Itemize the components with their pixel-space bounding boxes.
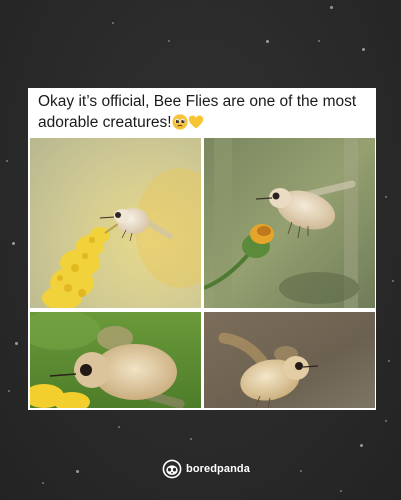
- panda-logo-icon: [162, 459, 182, 479]
- bee-fly-closeup-image: [30, 312, 201, 408]
- post-caption: Okay it’s official, Bee Flies are one of…: [38, 92, 363, 134]
- bee-fly-flower-bud-image: [204, 138, 375, 308]
- caption-line-2: adorable creatures!: [38, 113, 172, 131]
- bee-fly-hovering-image: [204, 312, 375, 408]
- boredpanda-branding: boredpanda: [162, 458, 250, 480]
- photo-bee-fly-hovering: [204, 312, 375, 408]
- bee-fly-goldenrod-image: [30, 138, 201, 308]
- post-card: Okay it’s official, Bee Flies are one of…: [28, 88, 376, 410]
- pleading-face-emoji-icon: [171, 113, 188, 130]
- photo-bee-fly-closeup: [30, 312, 201, 408]
- brand-name: boredpanda: [186, 463, 250, 475]
- photo-bee-fly-goldenrod: [30, 138, 201, 308]
- photo-bee-fly-flower-bud: [204, 138, 375, 308]
- caption-line-1: Okay it’s official, Bee Flies are one of…: [38, 93, 357, 110]
- yellow-heart-emoji-icon: [188, 114, 203, 128]
